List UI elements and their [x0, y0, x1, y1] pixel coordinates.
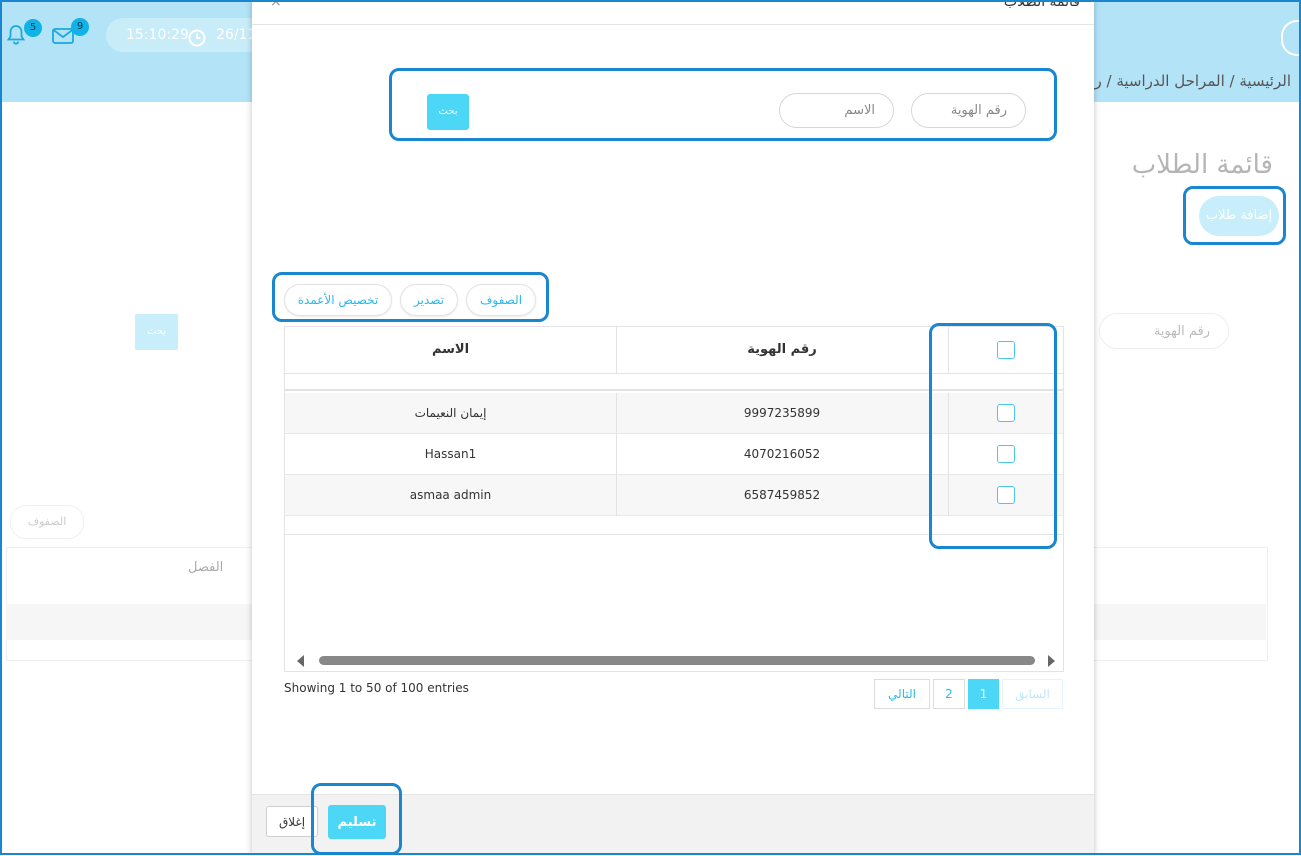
messages-badge: 9	[71, 18, 89, 36]
cell-id: 9997235899	[743, 406, 821, 420]
breadcrumb[interactable]: الرئيسية / المراحل الدراسية / ر	[1094, 72, 1291, 90]
students-modal: قائمة الطلاب × بحث تخصيص الأعمدة تصدير ا…	[252, 0, 1094, 856]
pagination-next[interactable]: التالي	[874, 679, 930, 709]
column-header-id[interactable]: رقم الهوية	[617, 327, 947, 373]
current-date: 26/11	[216, 27, 257, 43]
bg-search-button[interactable]: بحث	[135, 314, 178, 350]
pagination-page-2[interactable]: 2	[933, 679, 965, 709]
search-button[interactable]: بحث	[427, 94, 469, 130]
customize-columns-button[interactable]: تخصيص الأعمدة	[284, 284, 392, 316]
row-checkbox[interactable]	[997, 404, 1015, 422]
close-icon[interactable]: ×	[270, 0, 282, 10]
scroll-right-arrow-icon[interactable]	[1048, 655, 1055, 667]
cell-name: Hassan1	[424, 447, 477, 461]
cell-name: asmaa admin	[409, 488, 492, 502]
cell-id: 4070216052	[743, 447, 821, 461]
pagination-prev[interactable]: السابق	[1002, 679, 1063, 709]
clock-display: 15:10:29 26/11	[106, 18, 276, 52]
bg-rows-button[interactable]: الصفوف	[10, 505, 84, 539]
page-title: قائمة الطلاب	[1131, 150, 1273, 180]
horizontal-scrollbar[interactable]	[285, 651, 1063, 669]
modal-footer: إغلاق تسليم	[252, 794, 1094, 856]
scroll-left-arrow-icon[interactable]	[297, 655, 304, 667]
select-all-checkbox[interactable]	[997, 341, 1015, 359]
rows-button[interactable]: الصفوف	[466, 284, 536, 316]
bg-id-input[interactable]: رقم الهوية	[1099, 313, 1229, 349]
entries-info: Showing 1 to 50 of 100 entries	[284, 681, 469, 695]
row-checkbox[interactable]	[997, 445, 1015, 463]
scrollbar-thumb[interactable]	[319, 656, 1035, 665]
notifications-badge: 5	[24, 19, 42, 37]
name-input[interactable]	[779, 93, 894, 128]
cell-name: إيمان النعيمات	[414, 406, 487, 420]
user-icon[interactable]	[1281, 20, 1301, 56]
cell-id: 6587459852	[743, 488, 821, 502]
students-table: الاسم رقم الهوية إيمان النعيمات 99972358…	[284, 326, 1064, 672]
export-button[interactable]: تصدير	[400, 284, 458, 316]
column-divider	[616, 327, 617, 373]
modal-divider	[252, 24, 1094, 25]
add-students-button[interactable]: إضافة طلاب	[1199, 196, 1279, 236]
column-header-name[interactable]: الاسم	[285, 327, 616, 373]
row-checkbox[interactable]	[997, 486, 1015, 504]
bg-column-class: الفصل	[188, 560, 224, 575]
current-time: 15:10:29	[126, 27, 189, 43]
column-divider	[948, 327, 949, 373]
submit-button[interactable]: تسليم	[328, 805, 386, 839]
column-divider	[616, 393, 617, 516]
header-spacer	[285, 373, 1063, 391]
id-input[interactable]	[911, 93, 1026, 128]
column-divider	[948, 393, 949, 516]
modal-title: قائمة الطلاب	[1003, 0, 1080, 10]
clock-icon	[188, 26, 206, 47]
table-body-end	[285, 534, 1063, 535]
pagination-page-1[interactable]: 1	[968, 679, 999, 709]
bell-icon[interactable]	[6, 24, 26, 46]
close-button[interactable]: إغلاق	[266, 806, 318, 837]
